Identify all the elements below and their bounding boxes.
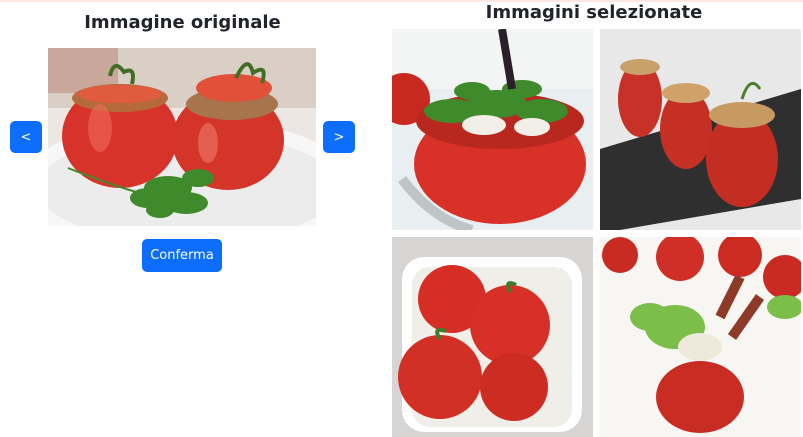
tomato-cups-lettuce-photo-icon	[600, 237, 801, 437]
tomato-salad-photo-icon	[392, 29, 593, 230]
original-image-panel: Immagine originale < > Conferma	[0, 0, 365, 437]
next-button[interactable]: >	[323, 121, 355, 153]
selected-image-2[interactable]	[600, 29, 801, 230]
stuffed-tomatoes-tray-photo-icon	[600, 29, 801, 230]
tomatoes-baking-dish-photo-icon	[392, 237, 593, 437]
stuffed-tomatoes-photo-icon	[48, 48, 316, 226]
selected-images-title: Immagini selezionate	[485, 2, 703, 23]
selected-image-1[interactable]	[392, 29, 593, 230]
selected-images-panel: Immagini selezionate	[385, 0, 803, 437]
selected-image-3[interactable]	[392, 237, 593, 437]
previous-button[interactable]: <	[10, 121, 42, 153]
confirm-button[interactable]: Conferma	[142, 239, 222, 272]
original-image-title: Immagine originale	[84, 12, 281, 33]
original-image	[48, 48, 316, 226]
selected-image-4[interactable]	[600, 237, 801, 437]
